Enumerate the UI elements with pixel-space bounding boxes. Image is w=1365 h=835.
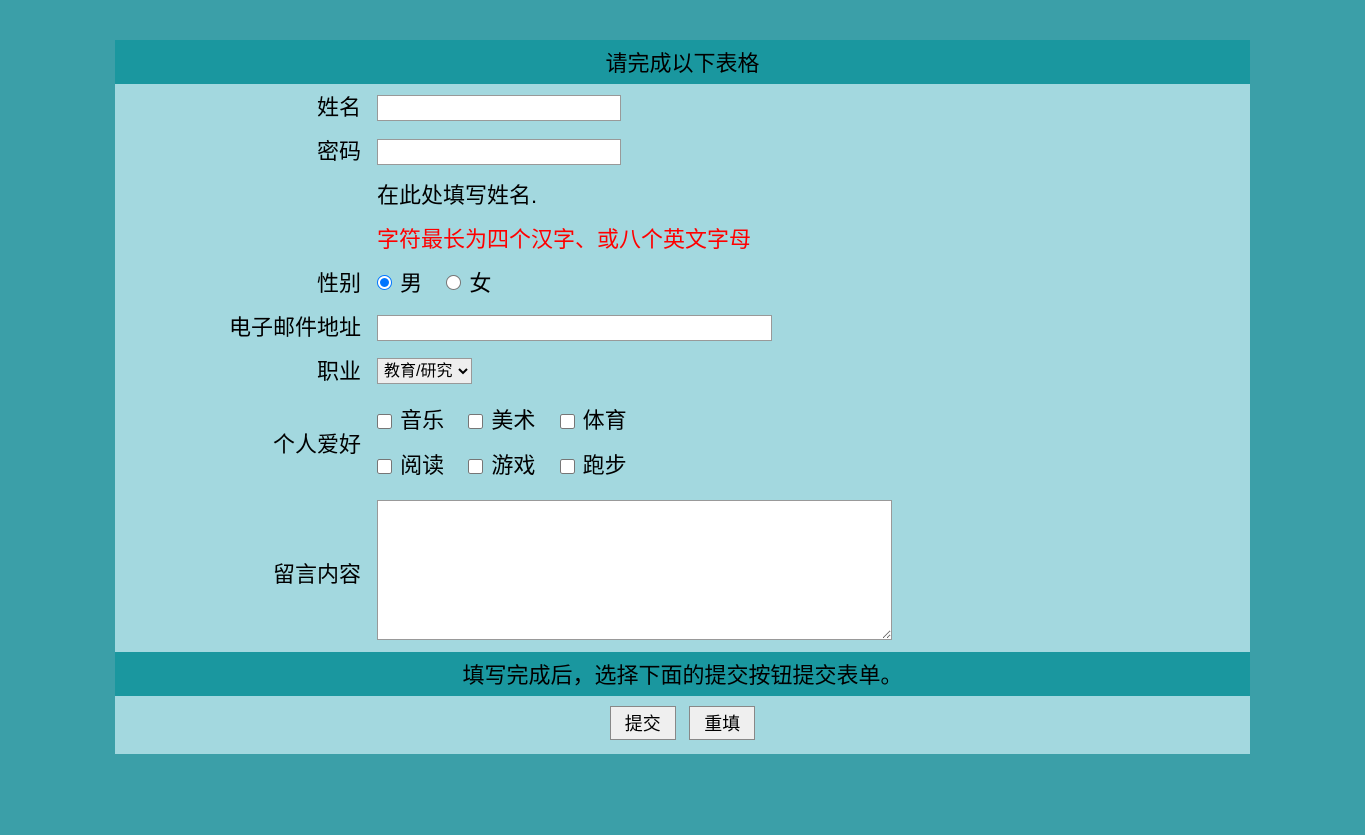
field-occupation: 教育/研究 — [373, 356, 1250, 385]
message-textarea[interactable] — [377, 500, 892, 640]
field-gender: 男 女 — [373, 266, 1250, 298]
field-hint2: 字符最长为四个汉字、或八个英文字母 — [373, 222, 1250, 254]
checkbox-running[interactable] — [560, 459, 575, 474]
field-hint1: 在此处填写姓名. — [373, 178, 1250, 210]
row-message: 留言内容 — [115, 494, 1250, 652]
radio-male[interactable] — [377, 275, 392, 290]
email-input[interactable] — [377, 315, 772, 341]
checkbox-music[interactable] — [377, 414, 392, 429]
row-occupation: 职业 教育/研究 — [115, 348, 1250, 392]
field-name — [373, 92, 1250, 121]
checkbox-reading[interactable] — [377, 459, 392, 474]
checkbox-art[interactable] — [468, 414, 483, 429]
row-hobby: 个人爱好 音乐 美术 体育 阅读 游戏 跑步 — [115, 392, 1250, 494]
label-name: 姓名 — [115, 90, 373, 122]
field-email — [373, 312, 1250, 341]
hobby-line-1: 音乐 美术 体育 — [377, 398, 1250, 443]
checkbox-game[interactable] — [468, 459, 483, 474]
checkbox-game-label: 游戏 — [491, 453, 535, 478]
field-password — [373, 136, 1250, 165]
field-message — [373, 500, 1250, 646]
reset-button[interactable]: 重填 — [689, 706, 755, 740]
radio-female[interactable] — [446, 275, 461, 290]
row-email: 电子邮件地址 — [115, 304, 1250, 348]
label-email: 电子邮件地址 — [115, 310, 373, 342]
form-header: 请完成以下表格 — [115, 40, 1250, 84]
label-password: 密码 — [115, 134, 373, 166]
label-occupation: 职业 — [115, 354, 373, 386]
checkbox-music-label: 音乐 — [400, 408, 444, 433]
row-name: 姓名 — [115, 84, 1250, 128]
checkbox-running-label: 跑步 — [583, 453, 627, 478]
label-hobby: 个人爱好 — [115, 427, 373, 459]
form-footer-hint: 填写完成后，选择下面的提交按钮提交表单。 — [115, 652, 1250, 696]
row-hint2: 字符最长为四个汉字、或八个英文字母 — [115, 216, 1250, 260]
submit-button[interactable]: 提交 — [610, 706, 676, 740]
button-row: 提交 重填 — [115, 696, 1250, 754]
occupation-select[interactable]: 教育/研究 — [377, 358, 472, 384]
footer-text: 填写完成后，选择下面的提交按钮提交表单。 — [462, 663, 902, 688]
form-container: 请完成以下表格 姓名 密码 在此处填写姓名. 字符最长为四个汉字、或八个英文字母… — [115, 40, 1250, 754]
field-hobby: 音乐 美术 体育 阅读 游戏 跑步 — [373, 398, 1250, 488]
row-hint1: 在此处填写姓名. — [115, 172, 1250, 216]
label-message: 留言内容 — [115, 557, 373, 589]
row-password: 密码 — [115, 128, 1250, 172]
checkbox-sports[interactable] — [560, 414, 575, 429]
hobby-line-2: 阅读 游戏 跑步 — [377, 443, 1250, 488]
checkbox-art-label: 美术 — [491, 408, 535, 433]
checkbox-reading-label: 阅读 — [400, 453, 444, 478]
hint-name: 在此处填写姓名. — [377, 183, 537, 208]
password-input[interactable] — [377, 139, 621, 165]
label-gender: 性别 — [115, 266, 373, 298]
name-input[interactable] — [377, 95, 621, 121]
radio-male-label: 男 — [400, 271, 422, 296]
radio-female-label: 女 — [469, 271, 491, 296]
hint-limit: 字符最长为四个汉字、或八个英文字母 — [377, 227, 751, 252]
row-gender: 性别 男 女 — [115, 260, 1250, 304]
form-title: 请完成以下表格 — [605, 51, 759, 76]
checkbox-sports-label: 体育 — [583, 408, 627, 433]
